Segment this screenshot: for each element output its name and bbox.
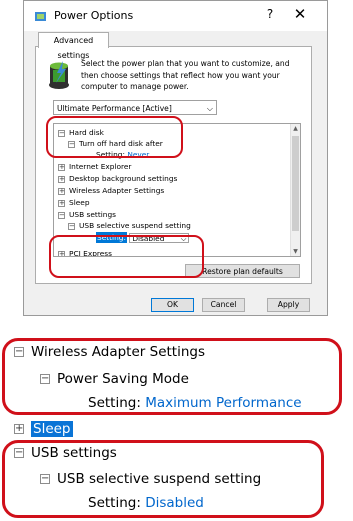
close-button[interactable]: ✕ — [292, 5, 308, 23]
collapse-icon[interactable]: − — [58, 211, 65, 219]
tree-item-wireless-adapter[interactable]: + Wireless Adapter Settings — [58, 185, 164, 196]
description-text: Select the power plan that you want to c… — [81, 59, 290, 91]
tree-item-label: USB selective suspend setting — [79, 221, 191, 230]
scroll-down-icon[interactable]: ▼ — [291, 248, 300, 255]
collapse-icon[interactable]: − — [68, 222, 75, 230]
tree-item-usb-settings[interactable]: − USB settings — [58, 209, 116, 220]
expand-icon[interactable]: + — [58, 163, 65, 171]
chevron-down-icon: ⌵ — [206, 104, 213, 113]
power-plan-value: Ultimate Performance [Active] — [57, 104, 172, 113]
tree-item-sleep[interactable]: + Sleep — [58, 197, 90, 208]
tree-item-desktop-background[interactable]: + Desktop background settings — [58, 173, 177, 184]
tree-scrollbar[interactable]: ▲ ▼ — [290, 124, 300, 256]
scroll-up-icon[interactable]: ▲ — [291, 125, 300, 132]
apply-button[interactable]: Apply — [267, 298, 310, 312]
tree-item-label: Sleep — [69, 198, 90, 207]
scrollbar-thumb[interactable] — [292, 136, 299, 231]
tree-item-label: Internet Explorer — [69, 162, 132, 171]
battery-plug-icon — [49, 61, 69, 89]
tree-item-label: Wireless Adapter Settings — [69, 186, 165, 195]
cancel-button[interactable]: Cancel — [202, 298, 245, 312]
zoom-sleep: + Sleep — [14, 421, 73, 438]
expand-icon[interactable]: + — [58, 187, 65, 195]
power-plan-select[interactable]: Ultimate Performance [Active] ⌵ — [53, 100, 217, 115]
expand-icon[interactable]: + — [58, 199, 65, 207]
zoom-label: Sleep — [31, 421, 73, 437]
window-title: Power Options — [54, 9, 134, 22]
expand-icon: + — [14, 423, 24, 434]
title-bar: Power Options ? ✕ — [24, 1, 327, 31]
expand-icon[interactable]: + — [58, 175, 65, 183]
highlight-usb-settings-zoom — [2, 440, 324, 518]
tree-item-label: Desktop background settings — [69, 174, 178, 183]
tree-item-internet-explorer[interactable]: + Internet Explorer — [58, 161, 131, 172]
tree-item-usb-suspend[interactable]: − USB selective suspend setting — [68, 220, 191, 231]
tab-advanced-settings[interactable]: Advanced settings — [38, 32, 109, 60]
highlight-wireless-adapter — [2, 338, 342, 415]
highlight-hard-disk — [46, 116, 183, 158]
tree-item-label: USB settings — [69, 210, 116, 219]
highlight-usb-settings — [49, 235, 204, 278]
help-button[interactable]: ? — [263, 7, 277, 21]
power-options-icon — [35, 12, 46, 21]
ok-button[interactable]: OK — [151, 298, 194, 312]
